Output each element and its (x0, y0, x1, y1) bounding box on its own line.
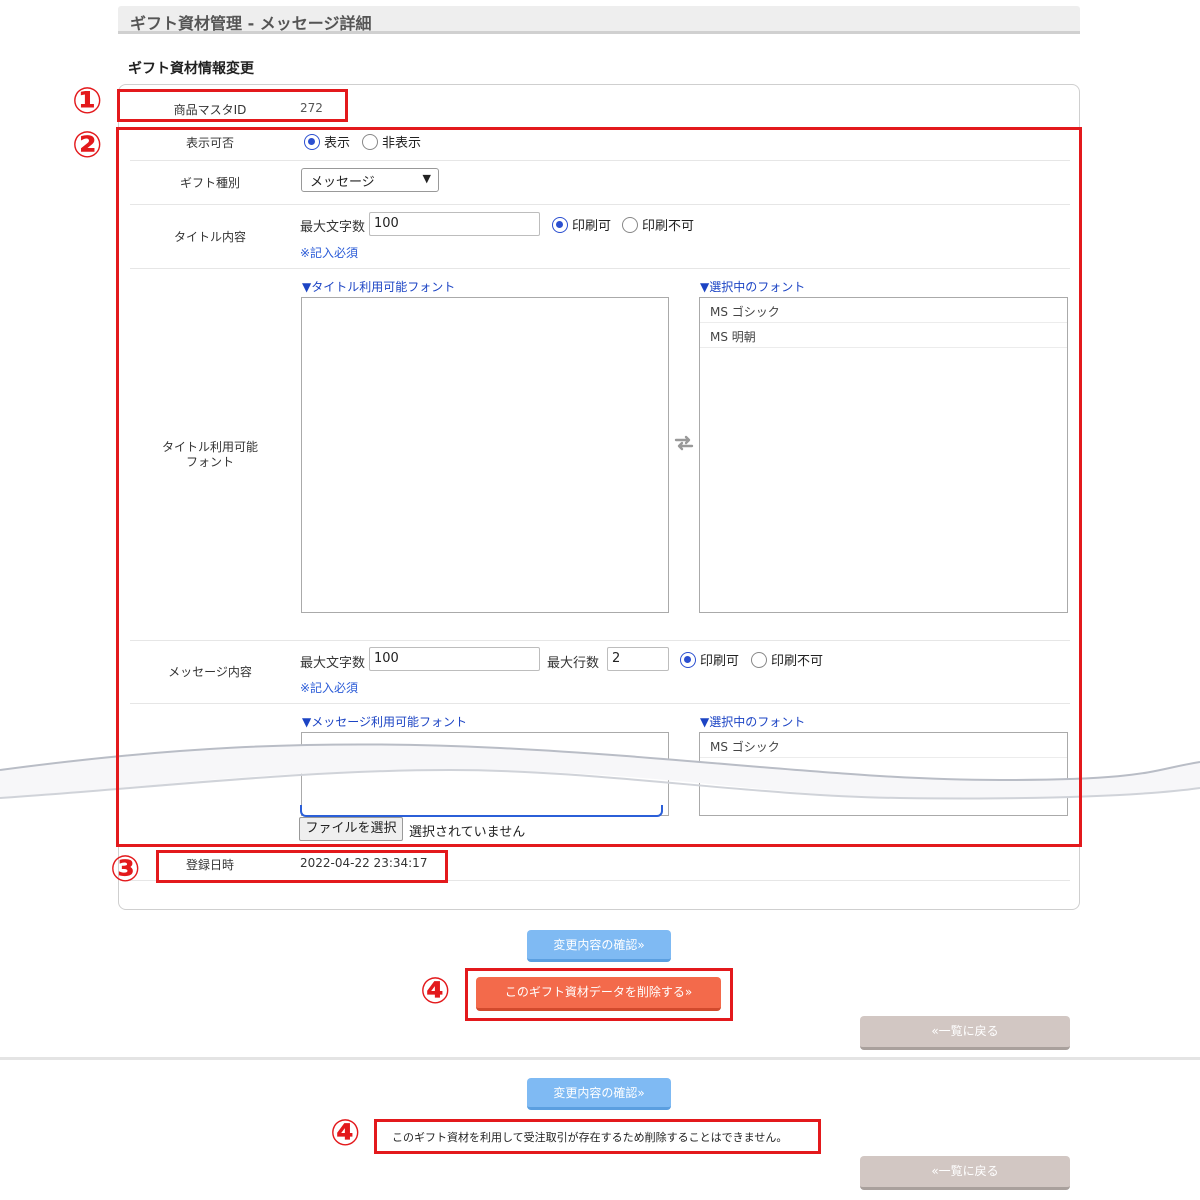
annotation-marker-3: ③ (110, 849, 141, 890)
page-header: ギフト資材管理 - メッセージ詳細 (118, 6, 1080, 34)
annotation-marker-4: ④ (420, 971, 451, 1012)
back-to-list-button-2[interactable]: «一覧に戻る (860, 1156, 1070, 1190)
annotation-box-3 (156, 850, 448, 883)
annotation-marker-1: ① (72, 81, 103, 122)
page-title: ギフト資材管理 - メッセージ詳細 (130, 14, 372, 33)
delete-not-allowed-notice: このギフト資材を利用して受注取引が存在するため削除することはできません。 (392, 1131, 788, 1144)
annotation-marker-2: ② (72, 125, 103, 166)
delete-gift-material-button[interactable]: このギフト資材データを削除する» (476, 977, 721, 1011)
annotation-box-2 (116, 127, 1082, 847)
section-title: ギフト資材情報変更 (128, 61, 254, 77)
section-divider (0, 1057, 1200, 1060)
annotation-marker-4b: ④ (330, 1113, 361, 1154)
confirm-changes-button[interactable]: 変更内容の確認» (527, 930, 671, 962)
confirm-changes-button-2[interactable]: 変更内容の確認» (527, 1078, 671, 1110)
back-to-list-button[interactable]: «一覧に戻る (860, 1016, 1070, 1050)
annotation-box-1 (117, 89, 348, 122)
